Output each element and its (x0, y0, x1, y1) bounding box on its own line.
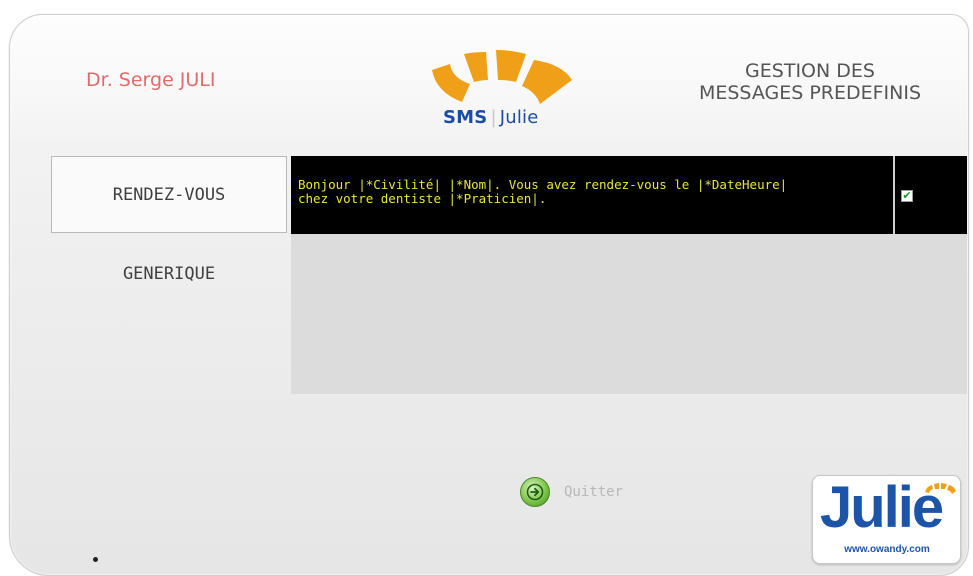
checkmark-icon: ✔ (902, 189, 912, 202)
arrow-right-circle-icon (520, 477, 550, 507)
tab-generique-label: GENERIQUE (122, 264, 216, 284)
logo-sms: SMS (443, 107, 488, 128)
message-divider (893, 156, 895, 234)
tab-rendez-vous[interactable]: RENDEZ-VOUS (51, 156, 287, 233)
page-title-line1: GESTION DES (745, 60, 875, 82)
frame-dot (93, 557, 98, 562)
julie-brand-logo: Julie www.owandy.com (812, 475, 961, 564)
julie-brand-word: Julie (820, 475, 944, 540)
tab-generique[interactable]: GENERIQUE (51, 235, 287, 313)
page-title: GESTION DES MESSAGES PREDEFINIS (660, 60, 960, 104)
quit-button[interactable]: Quitter (520, 475, 623, 509)
doctor-name: Dr. Serge JULI (86, 69, 216, 91)
logo-julie: Julie (499, 107, 539, 128)
message-text: Bonjour |*Civilité| |*Nom|. Vous avez re… (298, 177, 788, 206)
quit-label: Quitter (564, 484, 624, 500)
tab-rendez-vous-label: RENDEZ-VOUS (112, 184, 226, 205)
julie-brand-url: www.owandy.com (844, 544, 930, 555)
sms-julie-logo-text: SMS | Julie (443, 107, 539, 128)
message-row[interactable]: Bonjour |*Civilité| |*Nom|. Vous avez re… (291, 156, 967, 234)
message-enabled-checkbox[interactable]: ✔ (901, 190, 913, 202)
page-title-line2: MESSAGES PREDEFINIS (698, 82, 922, 104)
logo-separator: | (490, 107, 497, 128)
